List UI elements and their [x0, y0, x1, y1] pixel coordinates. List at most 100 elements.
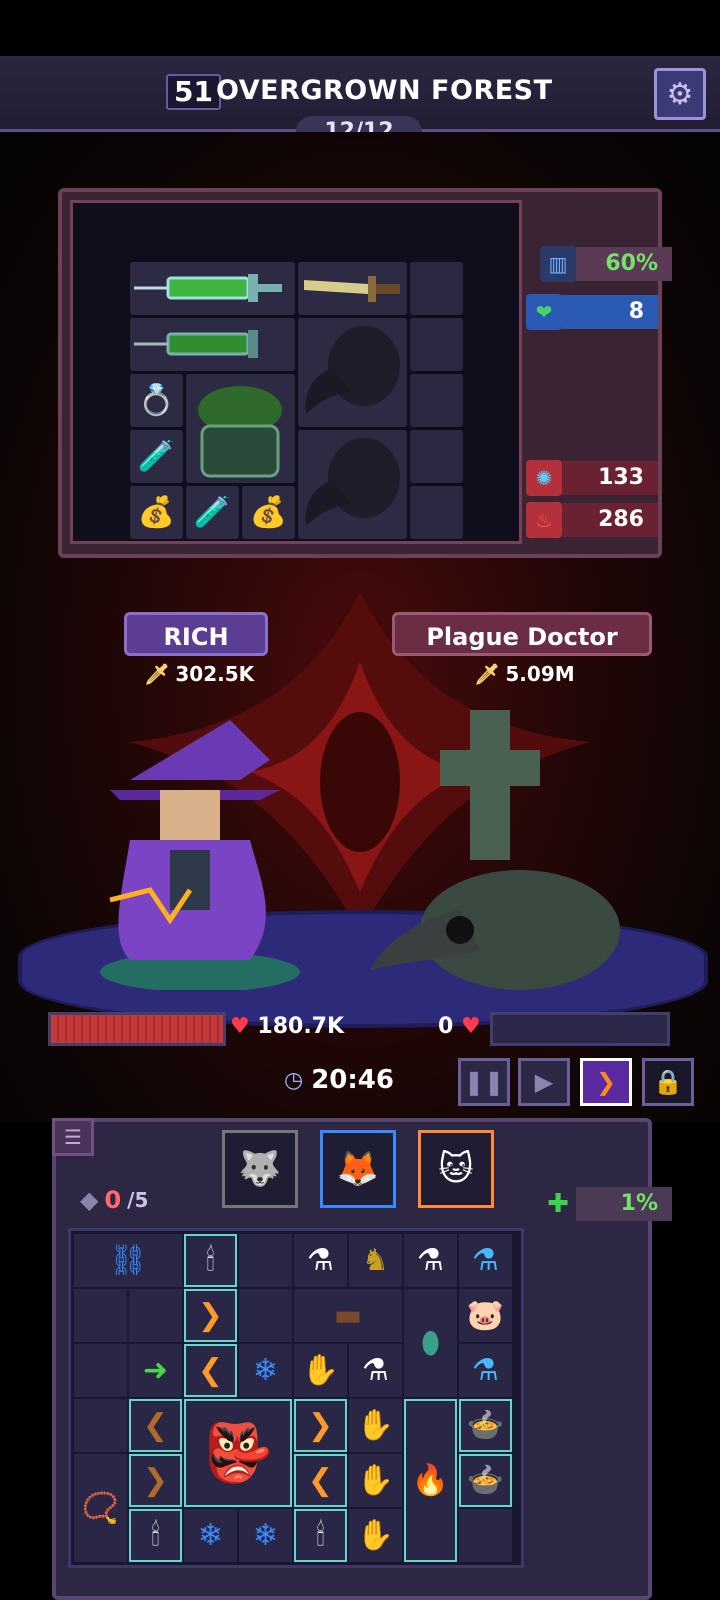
- heart-icon: ♥: [230, 1014, 250, 1039]
- goblin-pet-item[interactable]: 👺: [184, 1399, 292, 1507]
- boomerang-item[interactable]: ❯: [129, 1454, 182, 1507]
- plague-mask-item[interactable]: [298, 430, 407, 539]
- battle-timer: ◷ 20:46: [284, 1054, 434, 1106]
- empty-slot[interactable]: [129, 1289, 182, 1342]
- slot-counter: ◆ 0 /5: [80, 1180, 148, 1220]
- sword-icon: 🗡: [474, 662, 500, 686]
- piggy-bank-item[interactable]: 🐷: [459, 1289, 512, 1342]
- wolf-hero-tab[interactable]: 🐺: [222, 1130, 298, 1208]
- fire-wand-item[interactable]: 🔥: [404, 1399, 457, 1562]
- red-potion-item[interactable]: ⚗: [404, 1234, 457, 1287]
- necklace-item[interactable]: 📿: [74, 1454, 127, 1562]
- pause-button[interactable]: ❚❚: [458, 1058, 510, 1106]
- blue-potion-icon: ⚗: [472, 1353, 499, 1388]
- wizard-hero: [100, 720, 300, 990]
- cauldron-item[interactable]: 🍲: [459, 1454, 512, 1507]
- green-arrow-item[interactable]: ➜: [129, 1344, 182, 1397]
- enemy-hp-text: 0 ♥: [438, 1014, 481, 1039]
- boomerang-item[interactable]: ❮: [294, 1454, 347, 1507]
- lock-icon: 🔒: [653, 1068, 683, 1096]
- fast-forward-button[interactable]: ❯: [580, 1058, 632, 1106]
- cat-avatar-icon: 🐱: [438, 1149, 474, 1189]
- wooden-club-item[interactable]: ▬: [294, 1289, 402, 1342]
- syringe-item[interactable]: [130, 262, 295, 315]
- cauldron-item[interactable]: 🍲: [459, 1399, 512, 1452]
- diamond-icon: ◆: [80, 1186, 99, 1214]
- enemy-power-value: 5.09M: [505, 662, 575, 686]
- empty-slot[interactable]: [459, 1509, 512, 1562]
- plant-jar-item[interactable]: [186, 374, 295, 483]
- heal-bonus: ✚ 1%: [540, 1186, 672, 1222]
- ice-crystal-item[interactable]: ❄: [184, 1509, 237, 1562]
- cauldron-icon: 🍲: [466, 1408, 505, 1443]
- torch-item[interactable]: 🕯: [184, 1234, 237, 1287]
- ice-crystal-item[interactable]: ❄: [239, 1344, 292, 1397]
- boomerang-item[interactable]: ❯: [184, 1289, 237, 1342]
- ice-crystal-item[interactable]: ❄: [239, 1509, 292, 1562]
- torch-item[interactable]: 🕯: [129, 1509, 182, 1562]
- red-potion-item[interactable]: ⚗: [294, 1234, 347, 1287]
- player-power-value: 302.5K: [175, 662, 255, 686]
- enemy-hp-bar: [490, 1012, 670, 1046]
- ice-fox-hero-tab[interactable]: 🦊: [320, 1130, 396, 1208]
- boomerang-icon: ❯: [307, 1408, 334, 1443]
- settings-button[interactable]: ⚙: [654, 68, 706, 120]
- enemy-slot-empty[interactable]: [410, 374, 463, 427]
- enemy-slot-empty[interactable]: [410, 318, 463, 371]
- fast-forward-icon: ❯: [595, 1068, 617, 1096]
- stat-armor: ❤ 8: [526, 294, 658, 330]
- enemy-slot-empty[interactable]: [410, 430, 463, 483]
- gem-chain-item[interactable]: ⛓: [74, 1234, 182, 1287]
- boomerang-item[interactable]: ❮: [184, 1344, 237, 1397]
- play-button[interactable]: ▶: [518, 1058, 570, 1106]
- heal-bonus-value: 1%: [576, 1187, 672, 1221]
- stat-damage: ♨ 286: [526, 502, 658, 538]
- blue-potion-item[interactable]: ⚗: [459, 1234, 512, 1287]
- blue-potion-icon: ⚗: [472, 1243, 499, 1278]
- coin-bag-item[interactable]: 💰: [242, 486, 295, 539]
- empty-slot[interactable]: [74, 1399, 127, 1452]
- empty-slot[interactable]: [239, 1289, 292, 1342]
- empty-slot[interactable]: [239, 1234, 292, 1287]
- blue-potion-item[interactable]: ⚗: [459, 1344, 512, 1397]
- boomerang-icon: ❮: [307, 1463, 334, 1498]
- cat-hero-tab[interactable]: 🐱: [418, 1130, 494, 1208]
- plague-mask-item[interactable]: [298, 318, 407, 427]
- goblin-pet-icon: 👺: [203, 1421, 273, 1486]
- glove-item[interactable]: ✋: [294, 1344, 347, 1397]
- boomerang-item[interactable]: ❮: [129, 1399, 182, 1452]
- boomerang-item[interactable]: ❯: [294, 1399, 347, 1452]
- rune-stone-icon: ⬮: [421, 1325, 440, 1361]
- dagger-item[interactable]: [298, 262, 407, 315]
- wolf-avatar-icon: 🐺: [238, 1149, 282, 1189]
- stat-regen: ✺ 133: [526, 460, 658, 496]
- gold-statue-item[interactable]: ♞: [349, 1234, 402, 1287]
- purple-glove-item[interactable]: ✋: [349, 1399, 402, 1452]
- purple-glove-item[interactable]: ✋: [349, 1454, 402, 1507]
- enemy-slot-empty[interactable]: [410, 262, 463, 315]
- empty-slot[interactable]: [74, 1344, 127, 1397]
- player-hp-bar: [48, 1012, 226, 1046]
- top-bar: 51 OVERGROWN FOREST 12/12 ⚙: [0, 56, 720, 148]
- shield-stack-icon: ▥: [540, 246, 576, 282]
- torch-item[interactable]: 🕯: [294, 1509, 347, 1562]
- piggy-bank-icon: 🐷: [466, 1298, 505, 1333]
- sword-icon: 🗡: [144, 662, 170, 686]
- lock-button[interactable]: 🔒: [642, 1058, 694, 1106]
- red-potion-item[interactable]: ⚗: [349, 1344, 402, 1397]
- potion-bag-item[interactable]: 🧪: [186, 486, 239, 539]
- stat-value: 286: [562, 503, 658, 537]
- rune-stone-item[interactable]: ⬮: [404, 1289, 457, 1397]
- enemy-slot-empty[interactable]: [410, 486, 463, 539]
- stat-value: 60%: [576, 247, 672, 281]
- coin-bag-icon: 💰: [249, 495, 288, 530]
- empty-slot[interactable]: [74, 1289, 127, 1342]
- syringe-item[interactable]: [130, 318, 295, 371]
- coin-bag-item[interactable]: 💰: [130, 486, 183, 539]
- glove-item[interactable]: ✋: [349, 1509, 402, 1562]
- menu-button[interactable]: ☰: [52, 1118, 94, 1156]
- gear-icon: ⚙: [666, 76, 694, 112]
- timer-value: 20:46: [311, 1065, 394, 1095]
- potion-bag-item[interactable]: 🧪: [130, 430, 183, 483]
- ring-item[interactable]: 💍: [130, 374, 183, 427]
